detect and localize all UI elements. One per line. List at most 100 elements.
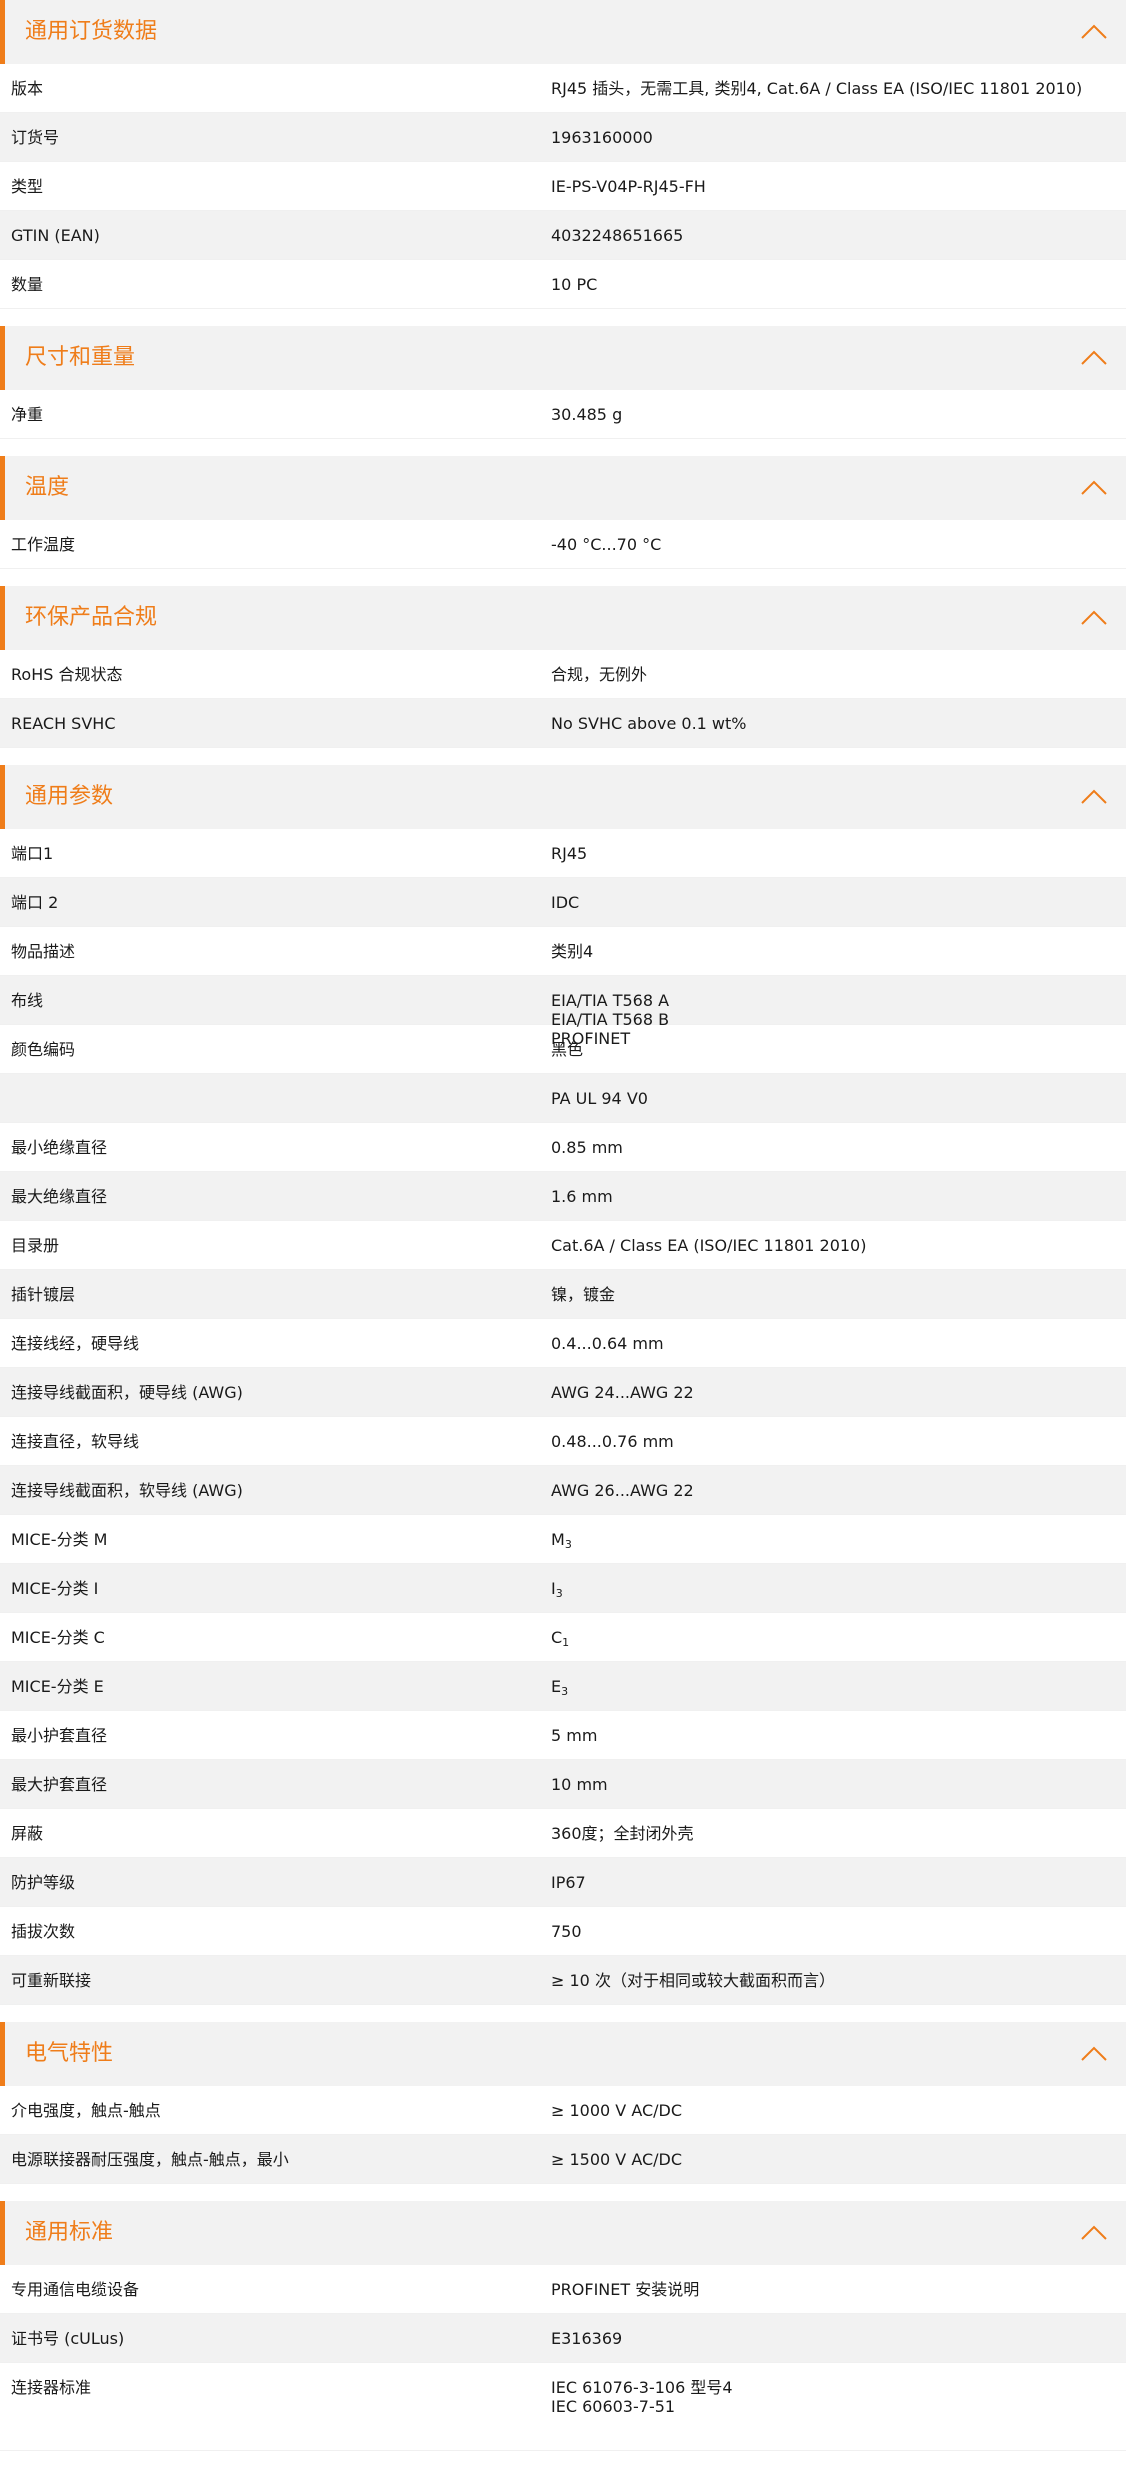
- spec-label: RoHS 合规状态: [11, 665, 123, 684]
- spec-label: 目录册: [11, 1236, 60, 1255]
- spec-value-text: 5 mm: [551, 1726, 598, 1745]
- spec-row: 可重新联接 ≥ 10 次（对于相同或较大截面积而言）: [0, 1956, 1126, 2005]
- spec-value-subscript: 3: [555, 1587, 563, 1600]
- spec-label: 连接器标准: [11, 2378, 92, 2397]
- spec-label: 介电强度，触点-触点: [11, 2101, 161, 2120]
- section-4: 环保产品合规 RoHS 合规状态 合规，无例外 REACH SVHC No SVHC a…: [0, 586, 1126, 748]
- spec-label: 可重新联接: [11, 1971, 92, 1990]
- spec-value: 镍，镀金: [551, 1285, 1126, 1318]
- spec-value: 0.48...0.76 mm: [551, 1432, 1126, 1465]
- spec-value-text: 类别4: [551, 942, 594, 961]
- spec-row: 订货号 1963160000: [0, 113, 1126, 162]
- spec-value-text: 10 PC: [551, 275, 598, 294]
- spec-row: 防护等级 IP67: [0, 1858, 1126, 1907]
- spec-label: 连接导线截面积，软导线 (AWG): [11, 1481, 243, 1500]
- chevron-up-icon[interactable]: [1080, 478, 1108, 498]
- section-2: 尺寸和重量净重 30.485 g: [0, 326, 1126, 439]
- spec-value-text: IE-PS-V04P-RJ45-FH: [551, 177, 706, 196]
- section-title: 电气特性: [25, 2041, 114, 2066]
- spec-value: 4032248651665: [551, 226, 1126, 259]
- spec-value: Cat.6A / Class EA (ISO/IEC 11801 2010): [551, 1236, 1126, 1269]
- spec-value: E3: [551, 1677, 1126, 1710]
- spec-value: PA UL 94 V0: [551, 1089, 1126, 1122]
- spec-value-text: RJ45 插头，无需工具, 类别4, Cat.6A / Class EA (IS…: [551, 79, 1083, 98]
- spec-value-text: 10 mm: [551, 1775, 608, 1794]
- section-header-toggle[interactable]: 电气特性: [0, 2022, 1126, 2086]
- spec-value: 1963160000: [551, 128, 1126, 161]
- section-7: 通用标准 专用通信电缆设备 PROFINET 安装说明 证书号 (cULus) E316…: [0, 2201, 1126, 2451]
- section-header-toggle[interactable]: 环保产品合规: [0, 586, 1126, 650]
- technical-data-page: 通用订货数据版本 RJ45 插头，无需工具, 类别4, Cat.6A / Clas…: [0, 0, 1126, 2478]
- spec-value-text: 360度；全封闭外壳: [551, 1824, 694, 1843]
- spec-label: 端口 2: [11, 893, 59, 912]
- spec-value: IEC 61076-3-106 型号4 IEC 60603-7-51: [551, 2378, 1126, 2450]
- spec-row: MICE-分类 I I3: [0, 1564, 1126, 1613]
- spec-value-text: 750: [551, 1922, 582, 1941]
- spec-value-text: ≥ 10 次（对于相同或较大截面积而言）: [551, 1971, 835, 1990]
- section-3: 温度 工作温度 -40 °C...70 °C: [0, 456, 1126, 569]
- spec-row: 数量 10 PC: [0, 260, 1126, 309]
- spec-value: I3: [551, 1579, 1126, 1612]
- section-header-toggle[interactable]: 通用标准: [0, 2201, 1126, 2265]
- spec-value-text: 0.4...0.64 mm: [551, 1334, 664, 1353]
- spec-label: 专用通信电缆设备: [11, 2280, 140, 2299]
- section-header-toggle[interactable]: 尺寸和重量: [0, 326, 1126, 390]
- spec-row: 类型 IE-PS-V04P-RJ45-FH: [0, 162, 1126, 211]
- spec-value-text: AWG 26...AWG 22: [551, 1481, 694, 1500]
- spec-value-text: 合规，无例外: [551, 665, 648, 684]
- spec-row: MICE-分类 E E3: [0, 1662, 1126, 1711]
- spec-row: 布线 EIA/TIA T568 A EIA/TIA T568 B PROFINET: [0, 976, 1126, 1048]
- spec-row: 介电强度，触点-触点 ≥ 1000 V AC/DC: [0, 2086, 1126, 2135]
- spec-value: IE-PS-V04P-RJ45-FH: [551, 177, 1126, 210]
- spec-row: 最大绝缘直径 1.6 mm: [0, 1172, 1126, 1221]
- spec-label: 净重: [11, 405, 44, 424]
- spec-value-text: PROFINET 安装说明: [551, 2280, 700, 2299]
- chevron-up-icon[interactable]: [1080, 608, 1108, 628]
- spec-row: 最小绝缘直径 0.85 mm: [0, 1123, 1126, 1172]
- spec-label: 最大绝缘直径: [11, 1187, 108, 1206]
- spec-value: EIA/TIA T568 A EIA/TIA T568 B PROFINET: [551, 991, 1126, 1048]
- spec-label: 版本: [11, 79, 44, 98]
- spec-row: 工作温度 -40 °C...70 °C: [0, 520, 1126, 569]
- spec-value: ≥ 1500 V AC/DC: [551, 2150, 1126, 2183]
- chevron-up-icon[interactable]: [1080, 348, 1108, 368]
- spec-value: PROFINET 安装说明: [551, 2280, 1126, 2313]
- section-title: 通用参数: [25, 784, 114, 809]
- spec-value-text: 30.485 g: [551, 405, 623, 424]
- spec-label: 连接直径，软导线: [11, 1432, 140, 1451]
- spec-value: RJ45 插头，无需工具, 类别4, Cat.6A / Class EA (IS…: [551, 79, 1126, 112]
- section-header-toggle[interactable]: 温度: [0, 456, 1126, 520]
- spec-value: 1.6 mm: [551, 1187, 1126, 1220]
- spec-row: 净重 30.485 g: [0, 390, 1126, 439]
- spec-value-text: No SVHC above 0.1 wt%: [551, 714, 747, 733]
- spec-label: 连接线经，硬导线: [11, 1334, 140, 1353]
- spec-value: IDC: [551, 893, 1126, 926]
- spec-row: 连接直径，软导线 0.48...0.76 mm: [0, 1417, 1126, 1466]
- spec-value-text: 0.85 mm: [551, 1138, 623, 1157]
- spec-value: ≥ 10 次（对于相同或较大截面积而言）: [551, 1971, 1126, 2004]
- spec-value: 黑色: [551, 1040, 1126, 1073]
- spec-row: 连接线经，硬导线 0.4...0.64 mm: [0, 1319, 1126, 1368]
- spec-row: 连接导线截面积，硬导线 (AWG) AWG 24...AWG 22: [0, 1368, 1126, 1417]
- spec-value: M3: [551, 1530, 1126, 1563]
- section-5: 通用参数 端口1 RJ45 端口 2 IDC 物品描述 类别4 布线 EIA/TIA T568 …: [0, 765, 1126, 2005]
- section-header-toggle[interactable]: 通用订货数据: [0, 0, 1126, 64]
- spec-value-text: 1.6 mm: [551, 1187, 613, 1206]
- chevron-up-icon[interactable]: [1080, 22, 1108, 42]
- spec-label: MICE-分类 I: [11, 1579, 99, 1598]
- section-header-toggle[interactable]: 通用参数: [0, 765, 1126, 829]
- spec-label: MICE-分类 C: [11, 1628, 105, 1647]
- spec-value-subscript: 3: [564, 1538, 572, 1551]
- chevron-up-icon[interactable]: [1080, 787, 1108, 807]
- chevron-up-icon[interactable]: [1080, 2223, 1108, 2243]
- spec-row: 最大护套直径 10 mm: [0, 1760, 1126, 1809]
- section-6: 电气特性 介电强度，触点-触点 ≥ 1000 V AC/DC 电源联接器耐压强度，触点…: [0, 2022, 1126, 2184]
- spec-row: REACH SVHC No SVHC above 0.1 wt%: [0, 699, 1126, 748]
- spec-value-text: ≥ 1500 V AC/DC: [551, 2150, 683, 2169]
- spec-value: 0.85 mm: [551, 1138, 1126, 1171]
- spec-row: 目录册 Cat.6A / Class EA (ISO/IEC 11801 2010…: [0, 1221, 1126, 1270]
- spec-value: 10 PC: [551, 275, 1126, 308]
- chevron-up-icon[interactable]: [1080, 2044, 1108, 2064]
